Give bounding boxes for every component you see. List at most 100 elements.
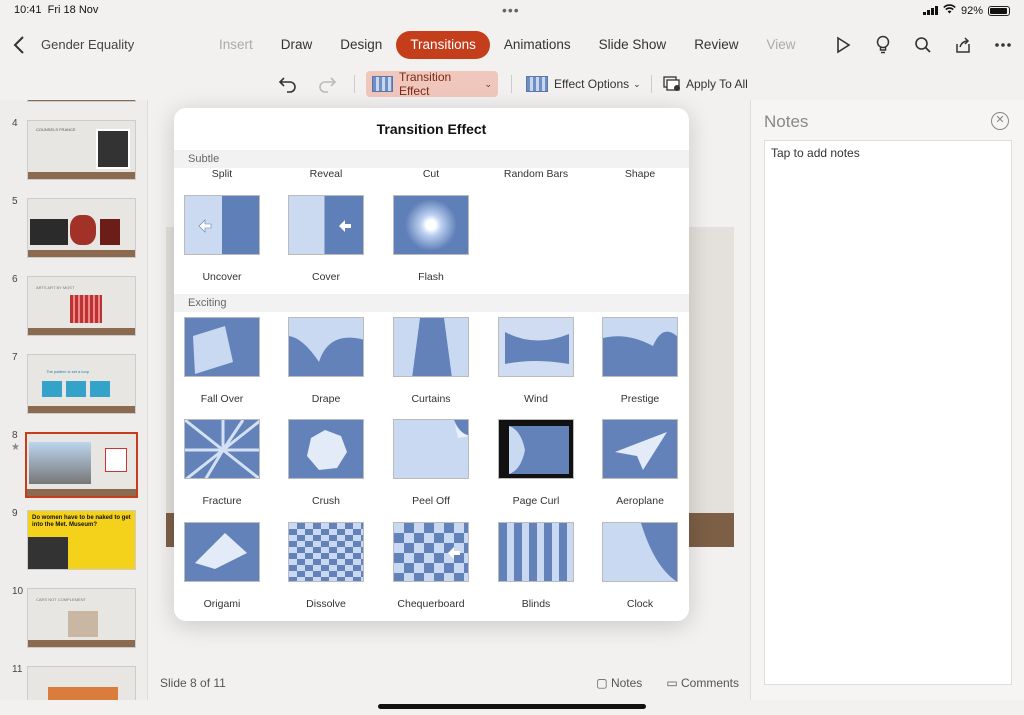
transition-clock[interactable]: Clock bbox=[592, 522, 688, 610]
redo-icon[interactable] bbox=[317, 71, 337, 97]
drape-icon bbox=[288, 317, 364, 377]
home-indicator[interactable] bbox=[378, 704, 646, 709]
back-icon[interactable] bbox=[10, 33, 30, 57]
dissolve-icon bbox=[288, 522, 364, 582]
tab-design[interactable]: Design bbox=[326, 31, 396, 59]
transition-random-bars[interactable]: Random Bars bbox=[488, 168, 584, 180]
transition-page-curl[interactable]: Page Curl bbox=[488, 419, 584, 507]
close-icon[interactable]: ✕ bbox=[991, 112, 1009, 130]
tab-view[interactable]: View bbox=[752, 31, 809, 59]
transition-wind[interactable]: Wind bbox=[488, 317, 584, 405]
slide-thumb-4[interactable]: 4 COUNSELS FRANCE bbox=[0, 118, 147, 180]
transition-blinds[interactable]: Blinds bbox=[488, 522, 584, 610]
tab-insert[interactable]: Insert bbox=[205, 31, 267, 59]
section-exciting: Exciting bbox=[174, 294, 689, 312]
notes-input[interactable]: Tap to add notes bbox=[764, 140, 1012, 685]
slide-thumb-10[interactable]: 10 CARS NOT COMPLEMENT bbox=[0, 586, 147, 648]
tab-slide-show[interactable]: Slide Show bbox=[585, 31, 681, 59]
undo-icon[interactable] bbox=[278, 71, 298, 97]
bottom-actions: ▢ Notes ▭ Comments bbox=[596, 676, 739, 690]
slide-thumb-8[interactable]: 8 ★ bbox=[0, 430, 147, 498]
notes-button[interactable]: ▢ Notes bbox=[596, 676, 642, 690]
transition-fracture[interactable]: Fracture bbox=[174, 419, 270, 507]
transition-prestige[interactable]: Prestige bbox=[592, 317, 688, 405]
transition-shape[interactable]: Shape bbox=[592, 168, 688, 180]
status-bar: 10:41 Fri 18 Nov ••• 92% bbox=[0, 0, 1024, 22]
top-bar: Gender Equality Insert Draw Design Trans… bbox=[0, 22, 1024, 68]
prestige-icon bbox=[602, 317, 678, 377]
effect-options-button[interactable]: Effect Options ⌄ bbox=[526, 71, 641, 97]
tab-transitions[interactable]: Transitions bbox=[396, 31, 490, 59]
more-icon[interactable] bbox=[990, 32, 1016, 58]
tab-review[interactable]: Review bbox=[680, 31, 752, 59]
transition-curtains[interactable]: Curtains bbox=[383, 317, 479, 405]
transition-fall-over[interactable]: Fall Over bbox=[174, 317, 270, 405]
apply-to-all-button[interactable]: Apply To All bbox=[663, 71, 748, 97]
effect-thumb-icon bbox=[526, 76, 548, 92]
tab-draw[interactable]: Draw bbox=[267, 31, 327, 59]
peel-off-icon bbox=[393, 419, 469, 479]
flash-icon bbox=[393, 195, 469, 255]
slide-thumb-11[interactable]: 11 bbox=[0, 664, 147, 700]
notes-panel: Notes ✕ Tap to add notes bbox=[750, 100, 1024, 700]
notes-title: Notes bbox=[764, 112, 809, 131]
transition-effect-popover: Transition Effect Subtle Split Reveal Cu… bbox=[174, 108, 689, 621]
transition-flash[interactable]: Flash bbox=[383, 195, 479, 283]
battery-icon bbox=[988, 5, 1010, 16]
fracture-icon bbox=[184, 419, 260, 479]
divider bbox=[651, 75, 652, 93]
chevron-down-icon: ⌄ bbox=[633, 78, 641, 89]
uncover-icon bbox=[184, 195, 260, 255]
divider bbox=[354, 75, 355, 93]
section-subtle: Subtle bbox=[174, 150, 689, 168]
origami-icon bbox=[184, 522, 260, 582]
clock-icon bbox=[602, 522, 678, 582]
document-title: Gender Equality bbox=[41, 37, 135, 52]
transition-cut[interactable]: Cut bbox=[383, 168, 479, 180]
blinds-icon bbox=[498, 522, 574, 582]
comments-button[interactable]: ▭ Comments bbox=[666, 676, 739, 690]
transition-reveal[interactable]: Reveal bbox=[278, 168, 374, 180]
effect-options-label: Effect Options bbox=[554, 77, 630, 91]
transition-chequerboard[interactable]: Chequerboard bbox=[383, 522, 479, 610]
slide-thumbnails: 4 COUNSELS FRANCE 5 6 ARTS ART BY MOST 7… bbox=[0, 100, 148, 700]
transition-effect-label: Transition Effect bbox=[398, 70, 452, 98]
transition-split[interactable]: Split bbox=[174, 168, 270, 180]
chevron-down-icon: ⌄ bbox=[484, 78, 492, 89]
multitask-dots[interactable]: ••• bbox=[502, 2, 520, 18]
slide-counter: Slide 8 of 11 bbox=[160, 676, 226, 690]
transition-origami[interactable]: Origami bbox=[174, 522, 270, 610]
slide-thumb-7[interactable]: 7 The pattern is set a loop bbox=[0, 352, 147, 414]
transition-thumb-icon bbox=[372, 76, 393, 92]
top-icons bbox=[830, 32, 1016, 58]
popover-title: Transition Effect bbox=[376, 121, 487, 137]
status-time: 10:41 Fri 18 Nov bbox=[14, 4, 99, 16]
play-icon[interactable] bbox=[830, 32, 856, 58]
crush-icon bbox=[288, 419, 364, 479]
transition-drape[interactable]: Drape bbox=[278, 317, 374, 405]
transition-cover[interactable]: Cover bbox=[278, 195, 374, 283]
fall-over-icon bbox=[184, 317, 260, 377]
apply-to-all-label: Apply To All bbox=[686, 77, 748, 91]
transition-aeroplane[interactable]: Aeroplane bbox=[592, 419, 688, 507]
signal-icon bbox=[922, 6, 938, 15]
lightbulb-icon[interactable] bbox=[870, 32, 896, 58]
slide-thumb-6[interactable]: 6 ARTS ART BY MOST bbox=[0, 274, 147, 336]
tab-animations[interactable]: Animations bbox=[490, 31, 585, 59]
status-right: 92% bbox=[922, 4, 1010, 17]
apply-all-icon bbox=[663, 76, 680, 91]
battery-percent: 92% bbox=[960, 4, 983, 17]
curtains-icon bbox=[393, 317, 469, 377]
divider bbox=[511, 75, 512, 93]
transition-dissolve[interactable]: Dissolve bbox=[278, 522, 374, 610]
transition-uncover[interactable]: Uncover bbox=[174, 195, 270, 283]
transition-effect-button[interactable]: Transition Effect ⌄ bbox=[366, 70, 498, 98]
search-icon[interactable] bbox=[910, 32, 936, 58]
ribbon-tabs: Insert Draw Design Transitions Animation… bbox=[205, 31, 809, 59]
share-icon[interactable] bbox=[950, 32, 976, 58]
chequerboard-icon bbox=[393, 522, 469, 582]
transition-crush[interactable]: Crush bbox=[278, 419, 374, 507]
slide-thumb-5[interactable]: 5 bbox=[0, 196, 147, 258]
slide-thumb-9[interactable]: 9 Do women have to be naked to get into … bbox=[0, 508, 147, 570]
transition-peel-off[interactable]: Peel Off bbox=[383, 419, 479, 507]
